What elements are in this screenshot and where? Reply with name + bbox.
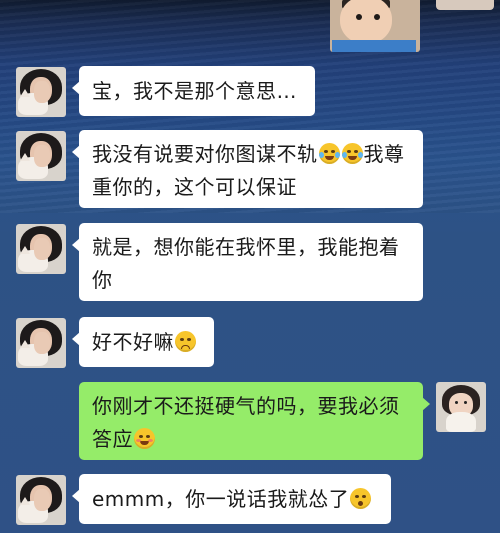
message-text: emmm，你一说话我就怂了 bbox=[92, 487, 350, 511]
laughing-tears-emoji bbox=[341, 143, 363, 164]
message-text: 我没有说要对你图谋不轨 bbox=[92, 142, 318, 166]
message-text: 好不好嘛 bbox=[92, 330, 174, 354]
contact-avatar[interactable] bbox=[16, 475, 66, 525]
sent-message-bubble[interactable]: 你刚才不还挺硬气的吗，要我必须 答应 bbox=[79, 382, 430, 460]
message-text: 我尊 bbox=[363, 142, 405, 166]
frowning-emoji bbox=[175, 331, 196, 352]
message-bubble[interactable]: 宝，我不是那个意思… bbox=[72, 66, 315, 116]
message-bubble[interactable]: emmm，你一说话我就怂了 bbox=[72, 474, 391, 524]
message-text: 答应 bbox=[92, 427, 133, 451]
nervous-emoji bbox=[350, 488, 372, 509]
message-text: 你刚才不还挺硬气的吗，要我必须 bbox=[92, 394, 400, 418]
message-text: 你 bbox=[92, 268, 113, 292]
message-bubble[interactable]: 我没有说要对你图谋不轨 我尊 重你的，这个可以保证 bbox=[72, 130, 423, 208]
message-bubble[interactable]: 就是，想你能在我怀里，我能抱着 你 bbox=[72, 223, 423, 301]
contact-avatar[interactable] bbox=[16, 224, 66, 274]
self-avatar[interactable] bbox=[436, 382, 486, 432]
contact-avatar[interactable] bbox=[16, 318, 66, 368]
message-bubble[interactable]: 好不好嘛 bbox=[72, 317, 214, 367]
flushed-emoji bbox=[134, 428, 155, 449]
message-text: 宝，我不是那个意思… bbox=[92, 79, 297, 103]
top-avatar-partial[interactable] bbox=[436, 0, 494, 10]
contact-avatar[interactable] bbox=[16, 67, 66, 117]
baby-avatar[interactable] bbox=[330, 0, 420, 52]
message-text: 就是，想你能在我怀里，我能抱着 bbox=[92, 235, 400, 259]
laughing-tears-emoji bbox=[318, 143, 340, 164]
contact-avatar[interactable] bbox=[16, 131, 66, 181]
message-text: 重你的，这个可以保证 bbox=[92, 175, 297, 199]
